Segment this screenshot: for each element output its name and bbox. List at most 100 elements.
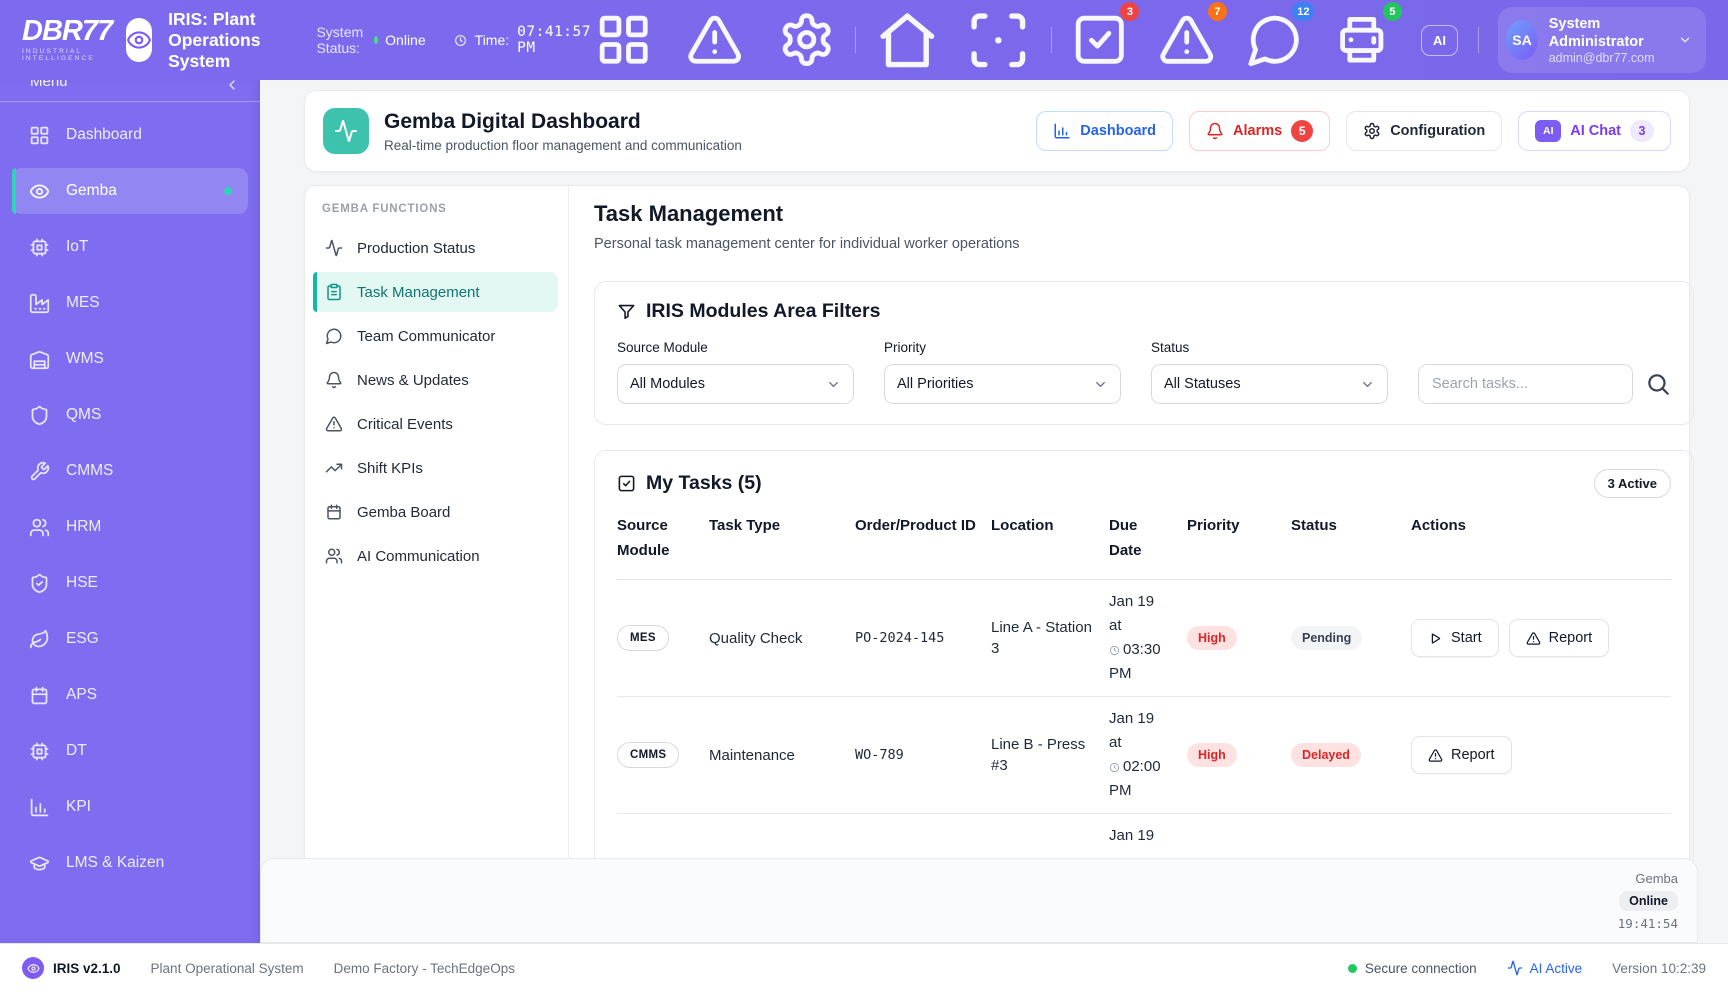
search-icon[interactable]: [1645, 371, 1671, 397]
apps-grid-icon[interactable]: [595, 11, 652, 68]
active-indicator: [313, 272, 317, 312]
sidebar-item-aps[interactable]: APS: [12, 672, 248, 718]
fax-icon[interactable]: 5: [1333, 11, 1391, 69]
brand-tagline: INDUSTRIAL INTELLIGENCE: [22, 49, 112, 62]
status-select[interactable]: All Statuses: [1151, 364, 1388, 404]
due-date: Jan 19at02:00PM: [1109, 707, 1173, 803]
topbar-nav-icons: [875, 8, 1030, 73]
functions-item-team-communicator[interactable]: Team Communicator: [313, 316, 558, 356]
report-alert-icon: [1526, 631, 1541, 646]
time-value: 07:41:57 PM: [517, 24, 595, 56]
sidebar-item-hrm[interactable]: HRM: [12, 504, 248, 550]
column-header-priority: Priority: [1187, 513, 1277, 563]
clock-icon: [1109, 645, 1120, 656]
count-badge: 5: [1383, 2, 1402, 21]
focus-scan-icon[interactable]: [966, 8, 1031, 73]
status-badge: Pending: [1291, 626, 1362, 650]
status-panel-time: 19:41:54: [1618, 916, 1678, 931]
column-header-status: Status: [1291, 513, 1397, 563]
eye-icon: [29, 181, 50, 202]
due-date: Jan 19at03:30PM: [1109, 590, 1173, 686]
secure-dot: [1348, 964, 1357, 973]
sidebar-item-mes[interactable]: MES: [12, 280, 248, 326]
functions-item-news-updates[interactable]: News & Updates: [313, 360, 558, 400]
report-button[interactable]: Report: [1411, 736, 1512, 774]
sidebar-item-esg[interactable]: ESG: [12, 616, 248, 662]
gemba-app-icon: [323, 108, 369, 154]
column-header-source-module: Source Module: [617, 513, 695, 563]
functions-item-gemba-board[interactable]: Gemba Board: [313, 492, 558, 532]
alerts-icon[interactable]: [686, 11, 743, 68]
functions-item-task-management[interactable]: Task Management: [313, 272, 558, 312]
my-tasks-card: My Tasks (5) 3 Active Source ModuleTask …: [594, 450, 1694, 869]
section-title: Task Management: [594, 201, 1694, 227]
priority-select[interactable]: All Priorities: [884, 364, 1121, 404]
settings-icon[interactable]: [778, 11, 835, 68]
gemba-status-panel: Gemba Online 19:41:54: [260, 858, 1698, 943]
configuration-button[interactable]: Configuration: [1346, 111, 1502, 151]
functions-item-label: Production Status: [357, 240, 475, 257]
sidebar-item-lms-kaizen[interactable]: LMS & Kaizen: [12, 840, 248, 886]
ai-assistant-button[interactable]: AI: [1421, 25, 1458, 56]
footer-version: Version 10:2:39: [1612, 961, 1706, 976]
search-input[interactable]: [1418, 364, 1633, 404]
messages-icon[interactable]: 12: [1246, 11, 1304, 69]
functions-item-shift-kpis[interactable]: Shift KPIs: [313, 448, 558, 488]
report-button[interactable]: Report: [1509, 619, 1610, 657]
home-icon[interactable]: [875, 8, 940, 73]
functions-item-production-status[interactable]: Production Status: [313, 228, 558, 268]
footer-app-version: IRIS v2.1.0: [53, 961, 121, 976]
count-badge: 7: [1208, 2, 1227, 21]
dashboard-button[interactable]: Dashboard: [1036, 111, 1173, 151]
activity-icon: [325, 239, 343, 257]
functions-item-label: Gemba Board: [357, 504, 450, 521]
gemba-functions-nav: GEMBA FUNCTIONS Production Status Task Ma…: [305, 186, 569, 943]
chevron-down-icon: [1093, 377, 1108, 392]
sidebar-item-label: ESG: [66, 630, 99, 648]
sidebar-item-iot[interactable]: IoT: [12, 224, 248, 270]
time-label: Time:: [475, 32, 509, 48]
source-module-badge: MES: [617, 625, 669, 651]
main-sidebar: Menu Dashboard Gemba IoT MES WMS QMS CMMS HRM HS…: [0, 80, 260, 943]
active-indicator: [12, 168, 16, 214]
chevron-down-icon: [1360, 377, 1375, 392]
status-panel-app: Gemba: [1635, 871, 1678, 886]
sidebar-menu-header[interactable]: Menu: [0, 80, 260, 101]
user-menu[interactable]: SA System Administrator admin@dbr77.com: [1498, 7, 1706, 73]
topbar-badge-icons: 37 12 5: [1071, 11, 1391, 69]
factory-icon: [29, 293, 50, 314]
sidebar-item-gemba[interactable]: Gemba: [12, 168, 248, 214]
users-icon: [325, 547, 343, 565]
iris-footer-icon: [22, 957, 44, 979]
tasks-icon[interactable]: 3: [1071, 11, 1129, 69]
sidebar-item-label: LMS & Kaizen: [66, 854, 164, 872]
sidebar-item-wms[interactable]: WMS: [12, 336, 248, 382]
sidebar-item-qms[interactable]: QMS: [12, 392, 248, 438]
ai-chat-button[interactable]: AI AI Chat 3: [1518, 111, 1671, 151]
functions-item-label: AI Communication: [357, 548, 480, 565]
sidebar-item-label: WMS: [66, 350, 104, 368]
sidebar-item-label: DT: [66, 742, 87, 760]
functions-item-ai-communication[interactable]: AI Communication: [313, 536, 558, 576]
gemba-functions-heading: GEMBA FUNCTIONS: [322, 203, 568, 215]
functions-item-critical-events[interactable]: Critical Events: [313, 404, 558, 444]
sidebar-item-kpi[interactable]: KPI: [12, 784, 248, 830]
alarms-button[interactable]: Alarms 5: [1189, 111, 1330, 151]
sidebar-item-cmms[interactable]: CMMS: [12, 448, 248, 494]
sidebar-item-label: HRM: [66, 518, 101, 536]
sidebar-item-dashboard[interactable]: Dashboard: [12, 112, 248, 158]
clock-icon: [1109, 762, 1120, 773]
top-bar: DBR77 INDUSTRIAL INTELLIGENCE IRIS: Plan…: [0, 0, 1728, 80]
warnings-icon[interactable]: 7: [1158, 11, 1216, 69]
app-title: IRIS: Plant Operations System: [168, 9, 260, 72]
count-badge: 3: [1120, 2, 1139, 21]
start-button[interactable]: Start: [1411, 619, 1499, 657]
sidebar-item-dt[interactable]: DT: [12, 728, 248, 774]
location: Line A - Station 3: [991, 617, 1095, 659]
task-management-section: Task Management Personal task management…: [569, 186, 1716, 943]
sidebar-item-hse[interactable]: HSE: [12, 560, 248, 606]
users-icon: [29, 517, 50, 538]
source-module-select[interactable]: All Modules: [617, 364, 854, 404]
sidebar-item-label: IoT: [66, 238, 88, 256]
source-module-label: Source Module: [617, 340, 854, 355]
